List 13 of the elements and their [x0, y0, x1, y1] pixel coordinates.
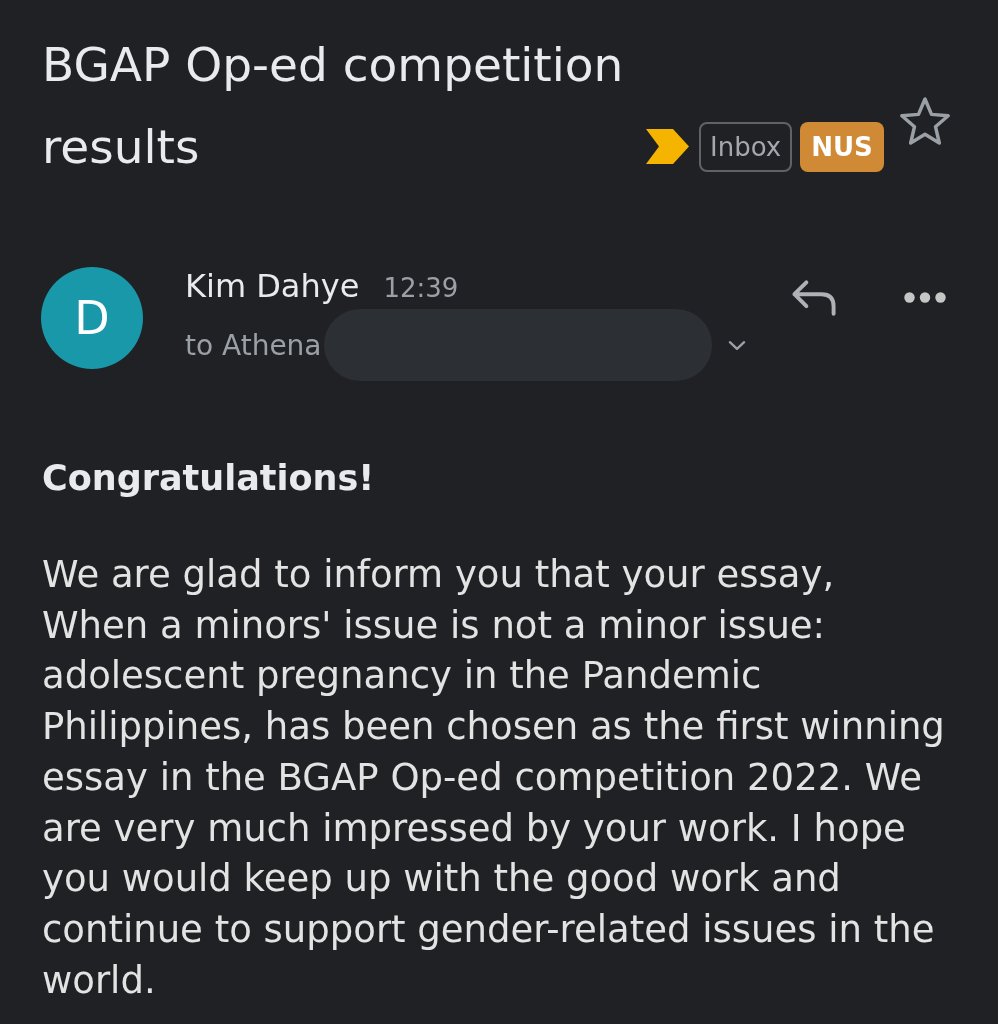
label-tag: Inbox [699, 122, 793, 172]
expand-caret-icon[interactable] [727, 339, 746, 351]
more-options-icon[interactable] [904, 292, 946, 303]
greeting-text: Congratulations! [42, 457, 375, 500]
message-time: 12:39 [383, 273, 459, 303]
star-icon[interactable] [900, 97, 950, 145]
reply-icon[interactable] [791, 279, 837, 316]
sender-avatar: D [41, 267, 143, 369]
email-subject: BGAP Op-ed competition results [42, 36, 625, 176]
sender-name: Kim Dahye [185, 267, 360, 305]
label-tag: NUS [800, 122, 884, 172]
body-paragraph: We are glad to inform you that your essay, When a minors' issue is not a minor issue: adolescent pregnancy in the Pandemic Philippines, has been chosen as the first winning essay in the BGAP Op-ed competition 2022. We are very much impressed by your work. I hope you would keep up with the good work and continue to support gender-related issues in the world. [42, 552, 946, 1004]
recipient-text: to Athena [185, 328, 322, 362]
